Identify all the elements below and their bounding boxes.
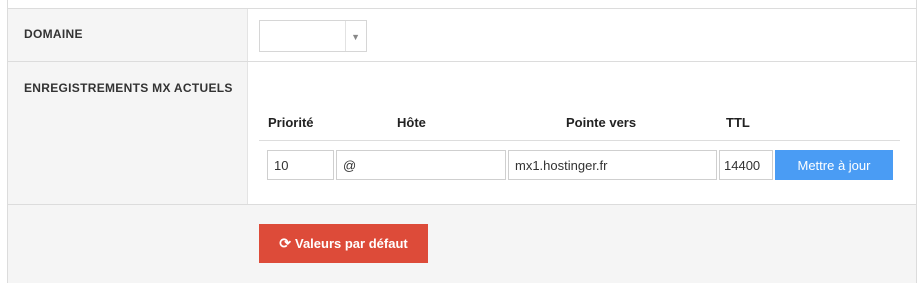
column-header-priority: Priorité: [268, 115, 314, 130]
mx-settings-panel: DOMAINE ▼ ENREGISTREMENTS MX ACTUELS Pri…: [7, 0, 917, 283]
select-divider: [345, 21, 346, 51]
points-to-input[interactable]: [508, 150, 717, 180]
mx-label-cell: ENREGISTREMENTS MX ACTUELS: [8, 62, 248, 204]
triangle-down-icon[interactable]: ▼: [351, 32, 360, 42]
ttl-input[interactable]: [719, 150, 773, 180]
column-header-host: Hôte: [397, 115, 426, 130]
column-header-points-to: Pointe vers: [566, 115, 637, 130]
domain-select[interactable]: ▼: [259, 20, 367, 52]
priority-input[interactable]: [267, 150, 334, 180]
refresh-icon: ⟳: [279, 235, 291, 251]
reset-defaults-button[interactable]: ⟳ Valeurs par défaut: [259, 224, 428, 263]
table-header-divider: [259, 140, 900, 141]
domain-label-cell: DOMAINE: [8, 9, 248, 61]
host-input[interactable]: [336, 150, 506, 180]
mx-records-row: ENREGISTREMENTS MX ACTUELS Priorité Hôte…: [8, 61, 916, 204]
domain-row: DOMAINE ▼: [8, 8, 916, 61]
update-button[interactable]: Mettre à jour: [775, 150, 893, 180]
mx-records-label: ENREGISTREMENTS MX ACTUELS: [24, 81, 233, 95]
reset-defaults-label: Valeurs par défaut: [295, 236, 408, 251]
footer-bar: ⟳ Valeurs par défaut: [8, 204, 916, 283]
column-header-ttl: TTL: [726, 115, 750, 130]
domain-label: DOMAINE: [24, 27, 83, 41]
